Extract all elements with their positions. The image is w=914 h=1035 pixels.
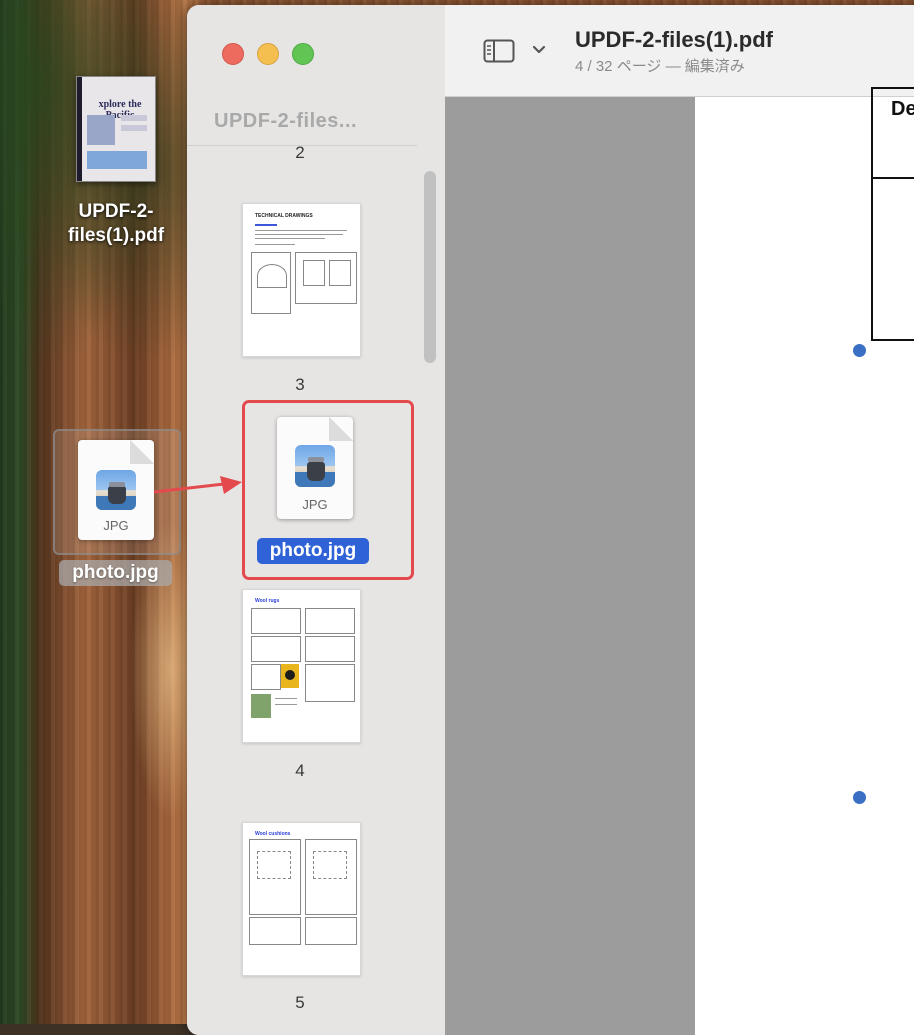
page-label: 4 [295,761,305,780]
thumb-drawing [257,851,291,879]
photo-preview-icon [295,445,335,487]
thumb-heading: TECHNICAL DRAWINGS [255,213,313,219]
selection-handle[interactable] [853,791,866,804]
page-fold [130,440,154,464]
thumb-text [255,244,295,245]
page-label: 2 [295,143,305,162]
pdf-table [871,87,914,341]
page-thumbnail-3[interactable]: TECHNICAL DRAWINGS [242,203,361,357]
document-status: 4 / 32 ページ — 編集済み [575,58,745,75]
desktop-jpg-file-icon[interactable]: JPG [78,440,154,540]
thumb-heading: Wool rugs [255,598,280,604]
page-fold [329,417,353,441]
thumb-table [305,608,355,634]
document-title: UPDF-2-files(1).pdf [575,27,773,52]
photo-jar-lid [109,482,125,487]
table-row-line [873,177,914,179]
photo-jar [108,486,126,504]
preview-window: UPDF-2-files... 2 TECHNICAL DRAWINGS 3 J… [187,5,914,1035]
pdf-file-name-line1: UPDF-2- [78,201,154,222]
thumb-text [275,698,297,699]
minimize-button[interactable] [257,43,279,65]
pdf-thumb-spine [77,77,82,181]
desktop-jpg-file-name: photo.jpg [59,560,172,586]
drag-arrow-icon [153,476,242,494]
page-label: 5 [295,993,305,1012]
thumb-photo [251,694,271,718]
photo-preview-icon [96,470,136,510]
pdf-file-thumbnail: xplore the Pacific [76,76,156,182]
pdf-thumb-image [87,151,147,169]
close-button[interactable] [222,43,244,65]
sidebar-icon[interactable] [483,39,515,63]
sidebar-scrollbar[interactable] [424,171,436,363]
page-thumbnail-4[interactable]: Wool rugs [242,589,361,743]
thumb-text [255,238,325,239]
pdf-table-heading: De [891,98,914,120]
file-ext-label: JPG [103,518,129,533]
sidebar-title: UPDF-2-files... [214,110,358,132]
inserted-jpg-file-icon[interactable]: JPG [277,417,353,519]
thumb-text [275,704,297,705]
thumb-table [305,917,357,945]
file-ext-label: JPG [302,497,328,512]
thumb-drawing [303,260,325,286]
pdf-file-name-line2: files(1).pdf [67,225,165,246]
pdf-thumb-text [121,115,147,121]
window-toolbar: UPDF-2-files(1).pdf 4 / 32 ページ — 編集済み [445,5,914,97]
pdf-thumb-image [87,115,115,145]
thumb-text [255,230,347,231]
thumb-table [305,664,355,702]
selection-handle[interactable] [853,344,866,357]
pdf-thumb-text [121,125,147,131]
desktop-pdf-file[interactable]: xplore the Pacific UPDF-2- files(1).pdf [50,70,182,248]
photo-jar [307,462,325,481]
inserted-file-name: photo.jpg [257,538,369,564]
thumb-table [251,636,301,662]
thumb-drawing [257,264,287,288]
thumb-table [251,608,301,634]
thumb-link [255,224,277,226]
document-view[interactable]: De [445,87,914,1035]
thumb-table [305,636,355,662]
thumbnail-sidebar: UPDF-2-files... 2 TECHNICAL DRAWINGS 3 J… [187,5,446,1035]
thumb-drawing [329,260,351,286]
pdf-file-name: UPDF-2- files(1).pdf [50,200,182,248]
thumb-heading: Wool cushions [255,831,291,837]
page-thumbnail-5[interactable]: Wool cushions [242,822,361,976]
chevron-down-icon[interactable] [531,43,547,57]
page-label: 3 [295,375,305,394]
thumb-photo-detail [285,670,295,680]
thumb-table [249,917,301,945]
photo-jar-lid [308,457,324,462]
thumb-drawing [313,851,347,879]
thumb-text [255,234,343,235]
pdf-page[interactable]: De [695,87,914,1035]
zoom-button[interactable] [292,43,314,65]
thumb-table [251,664,281,690]
